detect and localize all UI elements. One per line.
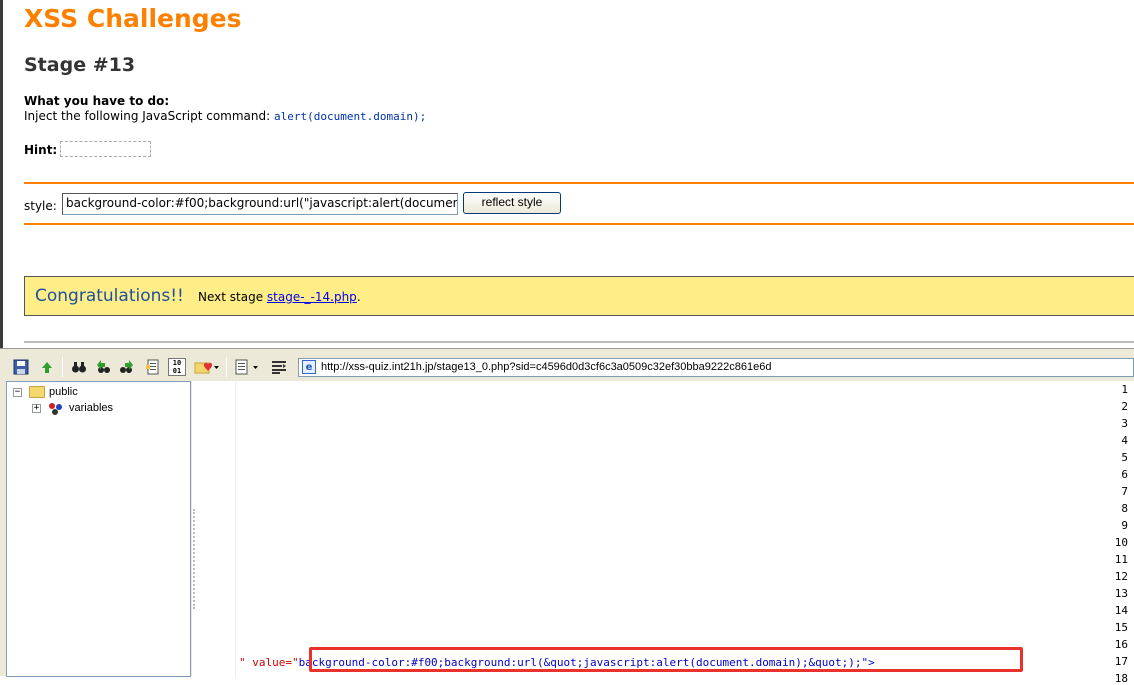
- variables-icon: [48, 402, 62, 415]
- todo-instructions: Inject the following JavaScript command:…: [24, 109, 426, 123]
- line-number: 14: [1114, 604, 1128, 617]
- save-icon[interactable]: [12, 358, 30, 376]
- highlight-box: [309, 647, 1023, 672]
- line-number: 2: [1121, 400, 1128, 413]
- line-number: 16: [1114, 638, 1128, 651]
- source-view: 1 2 3 4 5 6 7 8 9 10 11 12 13 14 15 16 1…: [192, 381, 1134, 685]
- todo-text: Inject the following JavaScript command:: [24, 109, 274, 123]
- line-number: 4: [1121, 434, 1128, 447]
- line-number: 1: [1121, 383, 1128, 396]
- expand-icon[interactable]: +: [32, 404, 41, 413]
- line-number: 6: [1121, 468, 1128, 481]
- next-stage-text: Next stage: [198, 290, 267, 304]
- collapse-icon[interactable]: −: [13, 388, 22, 397]
- todo-label: What you have to do:: [24, 94, 170, 108]
- line-number: 15: [1114, 621, 1128, 634]
- hint-box[interactable]: [60, 141, 151, 157]
- tree-item-label: public: [49, 386, 78, 398]
- todo-code: alert(document.domain);: [273, 110, 427, 123]
- congratulations-banner: Congratulations!! Next stage stage-_-14.…: [24, 276, 1134, 316]
- line-number: 7: [1121, 485, 1128, 498]
- url-text: http://xss-quiz.int21h.jp/stage13_0.php?…: [321, 361, 772, 373]
- line-number: 10: [1114, 536, 1128, 549]
- page-icon[interactable]: [234, 358, 262, 376]
- line-number: 8: [1121, 502, 1128, 515]
- variable-tree: − public + variables: [6, 381, 191, 677]
- next-stage-link[interactable]: stage-_-14.php: [267, 290, 357, 304]
- refresh-icon[interactable]: [38, 358, 56, 376]
- tree-item-public[interactable]: − public: [7, 384, 190, 400]
- line-number: 11: [1114, 553, 1128, 566]
- attribute-prefix: " value=": [239, 656, 299, 669]
- gray-divider: [24, 341, 1134, 343]
- url-field[interactable]: e http://xss-quiz.int21h.jp/stage13_0.ph…: [298, 358, 1134, 377]
- orange-divider: [24, 223, 1134, 225]
- congrats-title: Congratulations!!: [35, 286, 184, 306]
- line-number: 5: [1121, 451, 1128, 464]
- next-stage-suffix: .: [356, 290, 361, 304]
- line-number: 18: [1114, 672, 1128, 685]
- style-label: style:: [24, 199, 57, 213]
- line-number: 12: [1114, 570, 1128, 583]
- web-page: XSS Challenges Stage #13 What you have t…: [0, 0, 1134, 348]
- stage-title: Stage #13: [24, 54, 136, 76]
- line-number: 3: [1121, 417, 1128, 430]
- tree-item-variables[interactable]: + variables: [7, 400, 190, 416]
- style-input[interactable]: background-color:#f00;background:url("ja…: [62, 193, 458, 215]
- wrap-icon[interactable]: [270, 358, 288, 376]
- page-url-icon: e: [302, 360, 316, 374]
- toolbar-separator: [226, 357, 227, 377]
- line-number: 17: [1114, 655, 1128, 668]
- inspector-tool: 10 01 e http://xss-quiz.int21h.jp/stage13…: [0, 348, 1134, 685]
- gutter-splitter[interactable]: [193, 509, 197, 609]
- line-number: 13: [1114, 587, 1128, 600]
- line-number-gutter: [192, 381, 236, 677]
- line-number: 9: [1121, 519, 1128, 532]
- next-stage-line: Next stage stage-_-14.php.: [198, 290, 361, 304]
- orange-divider: [24, 182, 1134, 184]
- tree-item-label: variables: [69, 402, 114, 414]
- hint-label: Hint:: [24, 143, 58, 157]
- reflect-style-button[interactable]: reflect style: [463, 192, 561, 214]
- binary-icon[interactable]: 10 01: [168, 358, 186, 376]
- folder-icon: [29, 386, 45, 398]
- find-icon[interactable]: [70, 358, 88, 376]
- find-previous-icon[interactable]: [94, 358, 112, 376]
- window-border: [0, 0, 3, 348]
- document-icon[interactable]: [144, 358, 162, 376]
- site-title: XSS Challenges: [24, 4, 242, 33]
- toolbar-separator: [62, 357, 63, 377]
- favorites-icon[interactable]: [194, 358, 220, 376]
- find-next-icon[interactable]: [118, 358, 136, 376]
- toolbar: 10 01 e http://xss-quiz.int21h.jp/stage13…: [0, 349, 1134, 381]
